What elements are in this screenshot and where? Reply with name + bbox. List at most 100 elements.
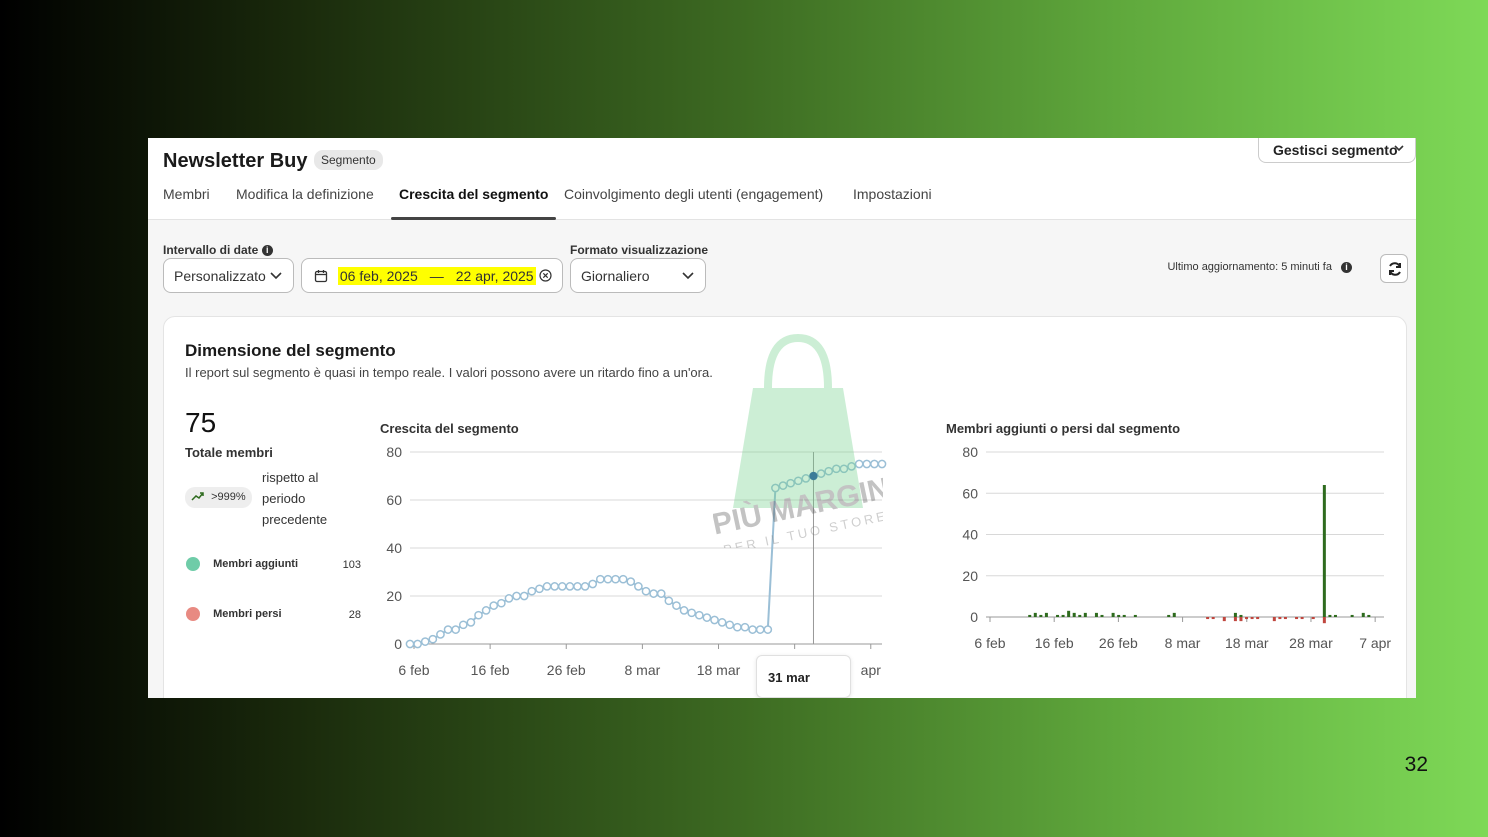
x-tick-label: 6 feb	[398, 662, 429, 678]
growth-point	[512, 591, 521, 601]
lost-bar	[1272, 617, 1276, 622]
added-bar	[1122, 614, 1126, 617]
added-bar	[1028, 614, 1032, 617]
growth-point	[436, 630, 445, 639]
y-tick-label: 40	[962, 527, 978, 543]
growth-point	[420, 637, 430, 646]
added-bar	[1039, 614, 1043, 617]
growth-point	[618, 574, 628, 584]
segment-panel: Newsletter Buy Segmento Gestisci segment…	[148, 138, 1416, 698]
growth-point	[664, 596, 674, 606]
growth-point	[405, 639, 415, 649]
growth-point	[641, 586, 651, 596]
added-bar	[1067, 610, 1071, 617]
added-bar	[1322, 485, 1326, 617]
growth-point	[634, 582, 643, 591]
growth-point	[702, 613, 712, 622]
growth-point	[474, 610, 483, 620]
x-tick-label: 26 feb	[1099, 635, 1138, 651]
lost-bar	[1250, 617, 1254, 620]
growth-point	[672, 601, 681, 610]
lost-bar	[1233, 617, 1237, 622]
growth-point	[748, 625, 757, 634]
watermark-logo: PIÙ MARGINI PER IL TUO STORE	[713, 333, 883, 548]
added-bar	[1328, 614, 1332, 617]
x-tick-label: apr	[861, 662, 882, 678]
added-bar	[1172, 612, 1176, 617]
added-bar	[1072, 612, 1076, 617]
added-bar	[1350, 614, 1354, 617]
y-tick-label: 40	[386, 540, 402, 556]
added-bar	[1239, 614, 1243, 617]
lost-bar	[1222, 617, 1226, 622]
growth-point	[588, 579, 598, 589]
added-bar	[1094, 612, 1098, 617]
growth-point	[611, 574, 620, 584]
growth-point	[755, 625, 765, 634]
added-bar	[1100, 614, 1104, 617]
growth-point	[451, 625, 461, 634]
growth-point	[573, 582, 582, 591]
x-tick-label: 6 feb	[974, 635, 1005, 651]
y-tick-label: 80	[962, 444, 978, 460]
growth-point	[489, 601, 499, 610]
growth-point	[535, 584, 544, 594]
lost-bar	[1283, 617, 1287, 620]
y-tick-label: 20	[386, 588, 402, 604]
lost-bar	[1211, 617, 1215, 620]
growth-point	[740, 622, 750, 632]
growth-point	[519, 591, 529, 601]
growth-point	[527, 586, 537, 596]
growth-point	[687, 608, 697, 618]
growth-point	[550, 582, 559, 591]
growth-point	[679, 606, 689, 615]
growth-point	[542, 582, 552, 591]
growth-point	[595, 574, 605, 584]
growth-point	[603, 574, 613, 584]
added-bar	[1117, 614, 1121, 617]
added-bar	[1167, 614, 1171, 617]
growth-point	[481, 606, 491, 615]
lost-bar	[1322, 617, 1326, 624]
x-tick-label: 8 mar	[1165, 635, 1201, 651]
growth-point	[497, 598, 506, 608]
y-tick-label: 60	[962, 485, 978, 501]
growth-point	[725, 620, 735, 630]
added-bar	[1361, 612, 1365, 617]
growth-point	[656, 589, 666, 598]
added-bar	[1133, 614, 1137, 617]
added-bar	[1111, 612, 1115, 617]
growth-point	[649, 589, 658, 598]
growth-point	[717, 618, 727, 627]
added-bar	[1056, 614, 1060, 617]
added-bar	[1333, 614, 1337, 617]
y-tick-label: 0	[394, 636, 402, 652]
x-tick-label: 18 mar	[1225, 635, 1269, 651]
added-bar	[1044, 612, 1048, 617]
growth-point	[565, 582, 575, 591]
chart-tooltip: 31 mar	[756, 655, 851, 698]
lost-bar	[1278, 617, 1282, 620]
x-tick-label: 8 mar	[624, 662, 660, 678]
growth-point	[557, 582, 567, 591]
x-tick-label: 16 feb	[1035, 635, 1074, 651]
lost-bar	[1300, 617, 1304, 620]
growth-point	[580, 582, 590, 591]
lost-bar	[1295, 617, 1299, 620]
growth-point	[504, 594, 514, 603]
x-tick-label: 16 feb	[471, 662, 510, 678]
growth-point	[710, 615, 719, 625]
growth-point	[443, 625, 453, 634]
growth-point	[466, 618, 476, 627]
added-bar	[1367, 614, 1371, 617]
growth-point	[458, 620, 468, 630]
growth-point	[733, 622, 742, 632]
added-bar	[1033, 612, 1037, 617]
added-bar	[1233, 612, 1237, 617]
y-tick-label: 80	[386, 444, 402, 460]
lost-bar	[1311, 617, 1315, 620]
x-tick-label: 26 feb	[547, 662, 586, 678]
y-tick-label: 60	[386, 492, 402, 508]
lost-bar	[1245, 617, 1249, 620]
y-tick-label: 0	[970, 609, 978, 625]
